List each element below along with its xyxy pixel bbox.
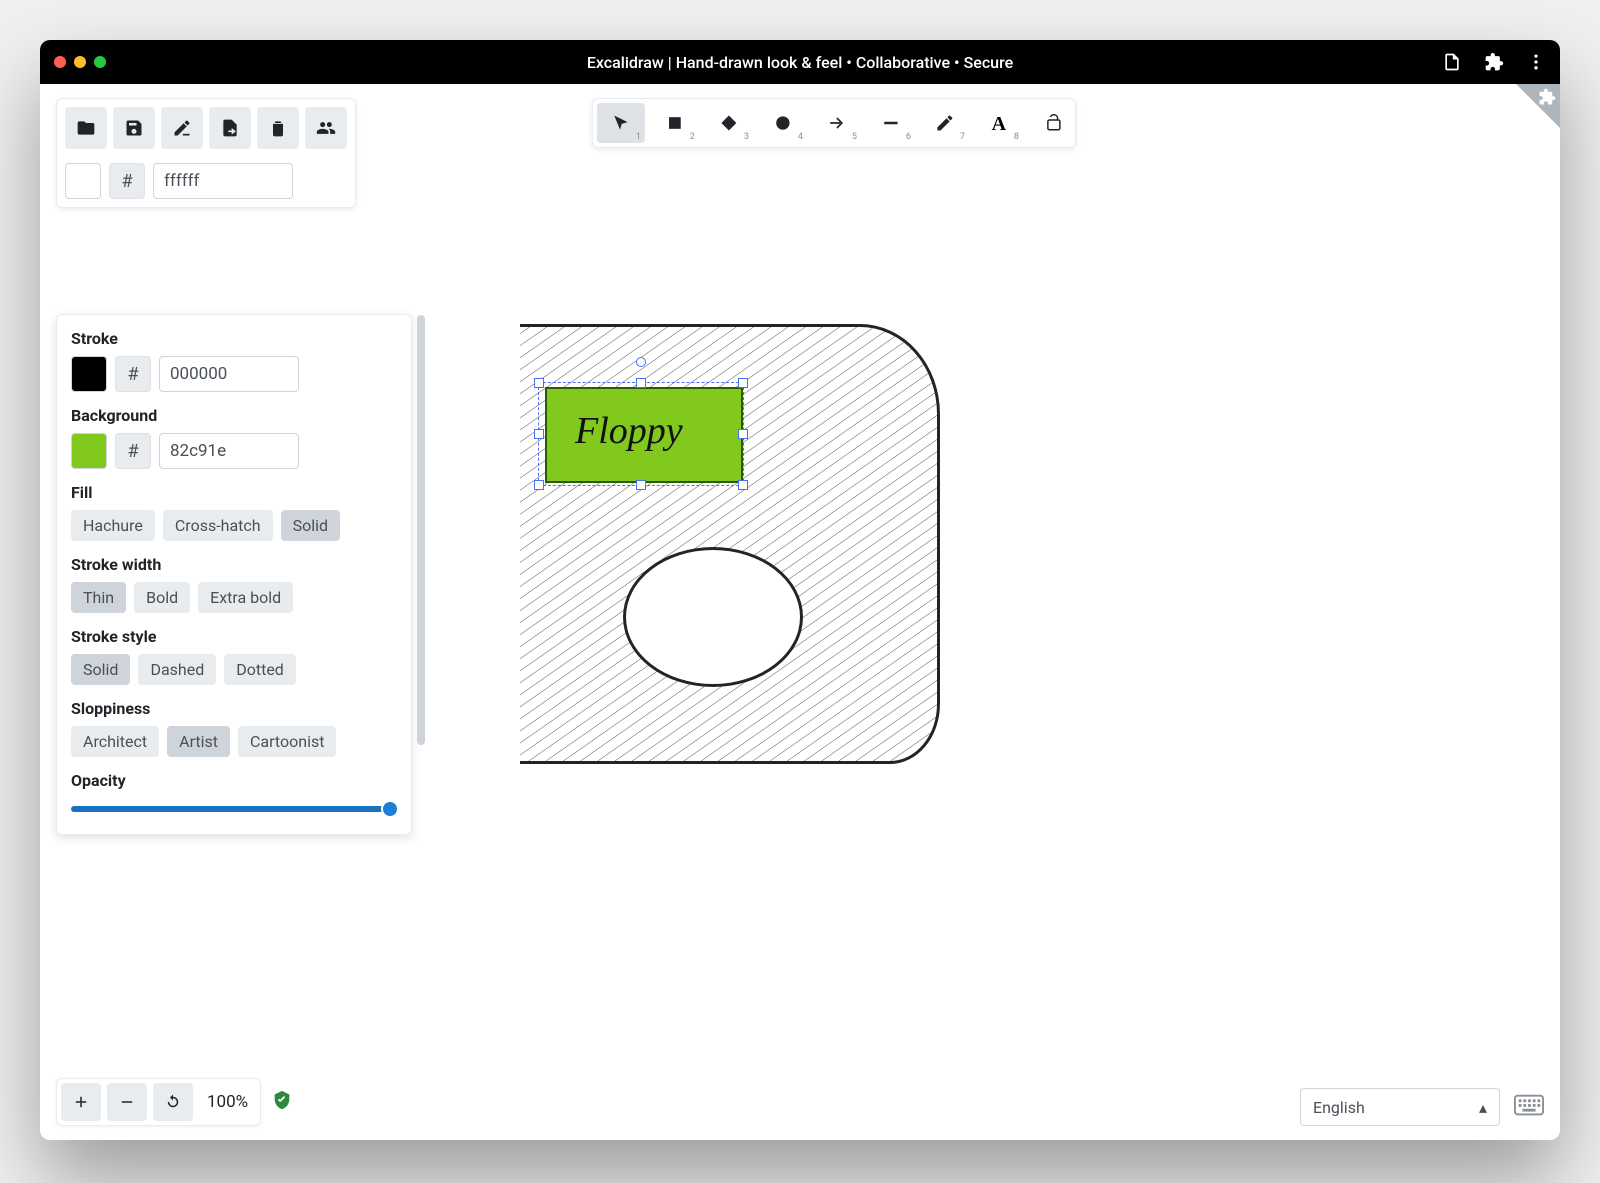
keyboard-shortcuts-button[interactable]	[1514, 1094, 1544, 1120]
canvas[interactable]: Floppy	[440, 324, 940, 764]
bottom-right-bar: English ▴	[1300, 1088, 1544, 1126]
fill-solid[interactable]: Solid	[281, 510, 340, 541]
stroke-width-extrabold[interactable]: Extra bold	[198, 582, 293, 613]
app-content: # 1 2 3 4 5 6 7 A8 Stroke # Background	[40, 84, 1560, 1140]
drawn-label-rect[interactable]: Floppy	[545, 387, 743, 483]
sloppiness-heading: Sloppiness	[71, 699, 397, 718]
stroke-style-dashed[interactable]: Dashed	[138, 654, 216, 685]
tool-draw[interactable]: 7	[921, 103, 969, 143]
stroke-swatch[interactable]	[71, 356, 107, 392]
stroke-style-solid[interactable]: Solid	[71, 654, 130, 685]
chevron-up-icon: ▴	[1479, 1098, 1487, 1117]
tool-arrow[interactable]: 5	[813, 103, 861, 143]
titlebar: Excalidraw | Hand-drawn look & feel • Co…	[40, 40, 1560, 84]
fill-heading: Fill	[71, 483, 397, 502]
encrypted-icon	[271, 1089, 293, 1115]
tool-selection[interactable]: 1	[597, 103, 645, 143]
opacity-heading: Opacity	[71, 771, 397, 790]
zoom-controls: 100%	[56, 1078, 261, 1126]
sloppiness-architect[interactable]: Architect	[71, 726, 159, 757]
canvas-bg-swatch[interactable]	[65, 163, 101, 199]
bottom-left-bar: 100%	[56, 1078, 293, 1126]
tool-lock-toggle[interactable]	[1037, 114, 1071, 132]
sloppiness-cartoonist[interactable]: Cartoonist	[238, 726, 336, 757]
props-scrollbar[interactable]	[417, 315, 425, 745]
stroke-style-dotted[interactable]: Dotted	[224, 654, 296, 685]
window-title: Excalidraw | Hand-drawn look & feel • Co…	[40, 53, 1560, 72]
save-button[interactable]	[113, 107, 155, 149]
background-hex-input[interactable]	[159, 433, 299, 469]
drawn-shape-hole[interactable]	[623, 547, 803, 687]
export-button[interactable]	[209, 107, 251, 149]
file-ops-panel: #	[56, 98, 356, 208]
stroke-width-thin[interactable]: Thin	[71, 582, 126, 613]
tool-rectangle[interactable]: 2	[651, 103, 699, 143]
opacity-slider[interactable]	[71, 798, 397, 820]
stroke-width-heading: Stroke width	[71, 555, 397, 574]
github-corner[interactable]	[1516, 84, 1560, 128]
tool-line[interactable]: 6	[867, 103, 915, 143]
zoom-percent: 100%	[199, 1092, 256, 1112]
tool-diamond[interactable]: 3	[705, 103, 753, 143]
app-window: Excalidraw | Hand-drawn look & feel • Co…	[40, 40, 1560, 1140]
collab-button[interactable]	[305, 107, 347, 149]
tool-text[interactable]: A8	[975, 103, 1023, 143]
hash-label: #	[109, 163, 145, 199]
fill-crosshatch[interactable]: Cross-hatch	[163, 510, 273, 541]
stroke-hex-input[interactable]	[159, 356, 299, 392]
tool-ellipse[interactable]: 4	[759, 103, 807, 143]
fill-hachure[interactable]: Hachure	[71, 510, 155, 541]
stroke-width-options: Thin Bold Extra bold	[71, 582, 397, 613]
hash-label: #	[115, 433, 151, 469]
properties-panel: Stroke # Background # Fill Hachure Cross…	[56, 314, 412, 835]
hash-label: #	[115, 356, 151, 392]
clear-canvas-button[interactable]	[161, 107, 203, 149]
tool-strip: 1 2 3 4 5 6 7 A8	[592, 98, 1076, 148]
background-heading: Background	[71, 406, 397, 425]
zoom-out-button[interactable]	[107, 1083, 147, 1121]
sloppiness-options: Architect Artist Cartoonist	[71, 726, 397, 757]
stroke-style-heading: Stroke style	[71, 627, 397, 646]
delete-button[interactable]	[257, 107, 299, 149]
background-swatch[interactable]	[71, 433, 107, 469]
fill-options: Hachure Cross-hatch Solid	[71, 510, 397, 541]
language-current: English	[1313, 1098, 1365, 1117]
zoom-in-button[interactable]	[61, 1083, 101, 1121]
zoom-reset-button[interactable]	[153, 1083, 193, 1121]
open-button[interactable]	[65, 107, 107, 149]
language-select[interactable]: English ▴	[1300, 1088, 1500, 1126]
sloppiness-artist[interactable]: Artist	[167, 726, 230, 757]
drawn-shape-body[interactable]: Floppy	[440, 324, 940, 764]
drawn-label-text[interactable]: Floppy	[575, 409, 683, 453]
stroke-width-bold[interactable]: Bold	[134, 582, 190, 613]
stroke-style-options: Solid Dashed Dotted	[71, 654, 397, 685]
canvas-bg-hex-input[interactable]	[153, 163, 293, 199]
stroke-heading: Stroke	[71, 329, 397, 348]
